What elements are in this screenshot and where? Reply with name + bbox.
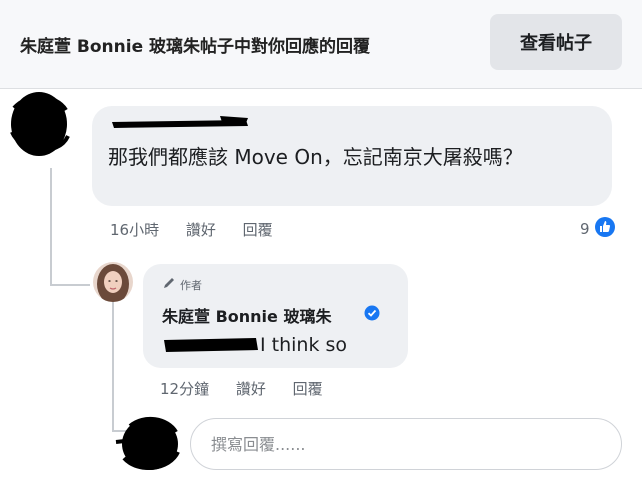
reply-mention-redacted (162, 334, 260, 360)
author-avatar[interactable] (93, 262, 133, 302)
reply-timestamp[interactable]: 12分鐘 (160, 380, 209, 398)
comment-reply-button[interactable]: 回覆 (243, 221, 273, 239)
author-badge: 作者 (162, 276, 202, 293)
comment-like-button[interactable]: 讚好 (186, 221, 216, 239)
reply-text: I think so (260, 334, 348, 356)
comment-reactions[interactable]: 9 (580, 216, 616, 242)
header-divider (0, 88, 642, 89)
reply-reply-button[interactable]: 回覆 (293, 380, 323, 398)
comment-timestamp[interactable]: 16小時 (110, 221, 159, 239)
reply-like-button[interactable]: 讚好 (236, 380, 266, 398)
reaction-count: 9 (580, 220, 590, 238)
reply-compose-input[interactable] (190, 418, 622, 470)
commenter-name-redacted[interactable] (110, 114, 250, 136)
pencil-icon (162, 276, 176, 293)
verified-badge-icon (364, 305, 380, 325)
author-badge-label: 作者 (180, 278, 202, 292)
reply-actions: 12分鐘 讚好 回覆 (160, 378, 345, 399)
comment-text: 那我們都應該 Move On，忘記南京大屠殺嗎？ (108, 145, 523, 169)
view-post-button[interactable]: 查看帖子 (490, 14, 622, 70)
thread-line-main (50, 168, 52, 286)
compose-avatar-redacted (112, 412, 182, 474)
notification-header: 朱庭萱 Bonnie 玻璃朱帖子中對你回應的回覆 查看帖子 (0, 0, 642, 88)
like-icon (594, 216, 616, 242)
commenter-avatar-redacted[interactable] (8, 88, 70, 160)
thread-line-curve (50, 284, 90, 286)
comment-actions: 16小時 讚好 回覆 (110, 219, 295, 240)
author-name[interactable]: 朱庭萱 Bonnie 玻璃朱 (162, 303, 331, 327)
notification-title: 朱庭萱 Bonnie 玻璃朱帖子中對你回應的回覆 (20, 37, 371, 57)
